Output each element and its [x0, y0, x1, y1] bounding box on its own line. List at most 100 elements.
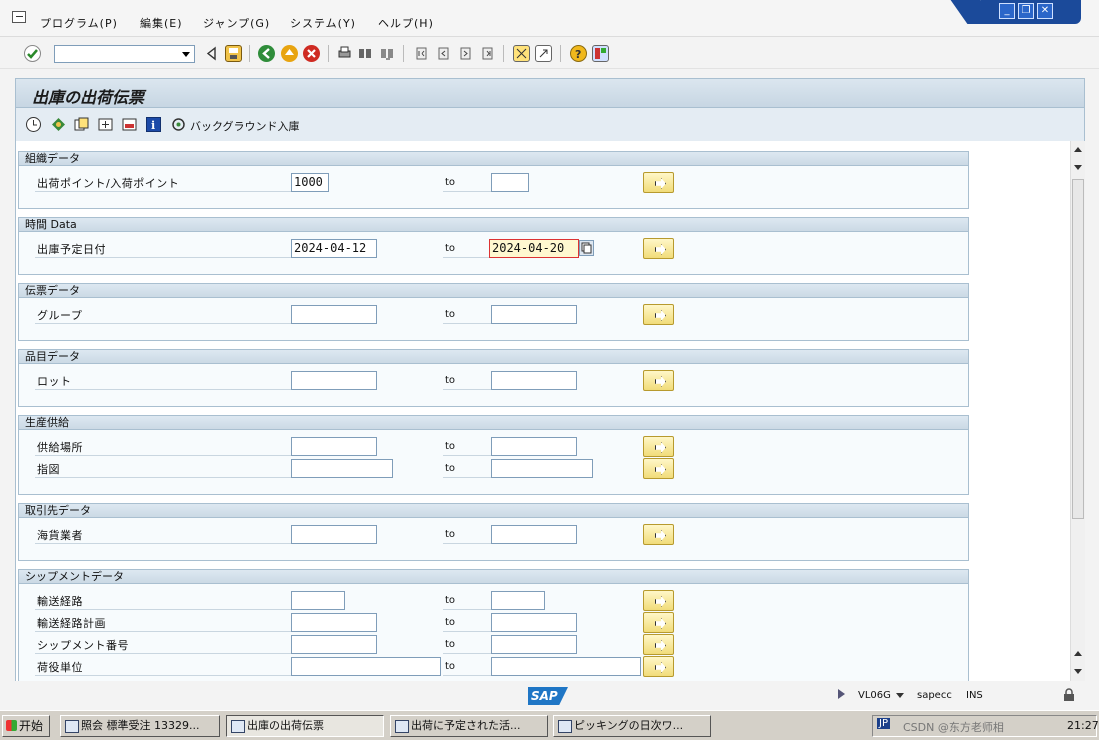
- shipping-point-from-input[interactable]: 1000: [291, 173, 329, 192]
- close-button[interactable]: ✕: [1037, 3, 1053, 19]
- row-batch: ロット to: [19, 370, 969, 391]
- to-label: to: [445, 243, 456, 254]
- scroll-down-icon[interactable]: [1074, 165, 1082, 170]
- order-from-input[interactable]: [291, 459, 393, 478]
- shortcut-icon[interactable]: [535, 45, 552, 62]
- enter-icon[interactable]: [24, 45, 41, 62]
- status-expand-icon[interactable]: [838, 689, 845, 699]
- first-page-icon[interactable]: [413, 45, 430, 62]
- menu-jump[interactable]: ジャンプ(G): [203, 15, 270, 31]
- multiple-selection-button[interactable]: [643, 304, 674, 325]
- route-schedule-to-input[interactable]: [491, 613, 577, 632]
- scroll-thumb[interactable]: [1072, 179, 1084, 519]
- layout-icon[interactable]: [592, 45, 609, 62]
- system-tray: JP CSDN @东方老师相 21:27: [872, 715, 1099, 737]
- shipment-number-from-input[interactable]: [291, 635, 377, 654]
- multiple-selection-button[interactable]: [643, 172, 674, 193]
- taskbar-item[interactable]: ピッキングの日次ワ...: [553, 715, 711, 737]
- planned-gi-date-to-input[interactable]: 2024-04-20: [489, 239, 579, 258]
- multiple-selection-button[interactable]: [643, 612, 674, 633]
- start-button[interactable]: 开始: [2, 715, 50, 737]
- help-icon[interactable]: ?: [570, 45, 587, 62]
- to-label: to: [445, 309, 456, 320]
- to-label: to: [445, 177, 456, 188]
- new-session-icon[interactable]: [513, 45, 530, 62]
- supply-area-from-input[interactable]: [291, 437, 377, 456]
- route-from-input[interactable]: [291, 591, 345, 610]
- exit-icon[interactable]: [281, 45, 298, 62]
- save-icon[interactable]: [225, 45, 242, 62]
- last-page-icon[interactable]: [479, 45, 496, 62]
- cancel-icon[interactable]: [303, 45, 320, 62]
- vertical-scrollbar[interactable]: [1070, 141, 1085, 681]
- next-page-icon[interactable]: [457, 45, 474, 62]
- forwarding-agent-from-input[interactable]: [291, 525, 377, 544]
- background-receipt-button[interactable]: バックグラウンド入庫: [190, 118, 300, 134]
- print-icon[interactable]: [336, 45, 353, 62]
- to-label: to: [445, 595, 456, 606]
- multiple-selection-button[interactable]: [643, 590, 674, 611]
- command-field[interactable]: [54, 45, 195, 63]
- server-name: sapecc: [917, 690, 952, 701]
- multiple-selection-button[interactable]: [643, 458, 674, 479]
- multiple-selection-icon[interactable]: [98, 117, 113, 132]
- chevron-down-icon[interactable]: [182, 52, 190, 57]
- handling-unit-from-input[interactable]: [291, 657, 441, 676]
- menu-program-icon[interactable]: [12, 11, 26, 23]
- group-partner-data: 取引先データ 海貨業者 to: [18, 503, 969, 561]
- multiple-selection-button[interactable]: [643, 436, 674, 457]
- order-to-input[interactable]: [491, 459, 593, 478]
- group-to-input[interactable]: [491, 305, 577, 324]
- prev-page-icon[interactable]: [435, 45, 452, 62]
- menu-program[interactable]: プログラム(P): [40, 15, 118, 31]
- multiple-selection-button[interactable]: [643, 524, 674, 545]
- menu-help[interactable]: ヘルプ(H): [378, 15, 434, 31]
- supply-area-to-input[interactable]: [491, 437, 577, 456]
- taskbar-item[interactable]: 照会 標準受注 13329...: [60, 715, 220, 737]
- batch-from-input[interactable]: [291, 371, 377, 390]
- scroll-up-icon[interactable]: [1074, 147, 1082, 152]
- multiple-selection-button[interactable]: [643, 634, 674, 655]
- route-to-input[interactable]: [491, 591, 545, 610]
- command-input[interactable]: [57, 47, 175, 61]
- find-next-icon[interactable]: [379, 45, 396, 62]
- group-title: 生産供給: [19, 416, 968, 430]
- label-underline: [35, 675, 291, 676]
- copy-icon[interactable]: [74, 117, 89, 132]
- forwarding-agent-to-input[interactable]: [491, 525, 577, 544]
- menu-edit[interactable]: 編集(E): [140, 15, 183, 31]
- multiple-selection-button[interactable]: [643, 238, 674, 259]
- scroll-down-icon[interactable]: [1074, 669, 1082, 674]
- to-underline: [443, 653, 491, 654]
- route-schedule-from-input[interactable]: [291, 613, 377, 632]
- to-underline: [443, 323, 491, 324]
- calendar-icon[interactable]: [579, 240, 594, 256]
- restore-button[interactable]: ❐: [1018, 3, 1034, 19]
- menu-system[interactable]: システム(Y): [290, 15, 356, 31]
- delete-selection-icon[interactable]: [122, 117, 137, 132]
- group-from-input[interactable]: [291, 305, 377, 324]
- multiple-selection-button[interactable]: [643, 656, 674, 677]
- batch-to-input[interactable]: [491, 371, 577, 390]
- background-receipt-icon[interactable]: [171, 117, 186, 132]
- minimize-button[interactable]: _: [999, 3, 1015, 19]
- variant-icon[interactable]: [51, 117, 66, 132]
- back-icon[interactable]: [203, 45, 220, 62]
- chevron-down-icon[interactable]: [896, 693, 904, 698]
- shipping-point-to-input[interactable]: [491, 173, 529, 192]
- taskbar-item[interactable]: 出荷に予定された活...: [390, 715, 548, 737]
- to-underline: [443, 389, 491, 390]
- planned-gi-date-from-input[interactable]: 2024-04-12: [291, 239, 377, 258]
- info-icon[interactable]: i: [146, 117, 161, 132]
- field-label: 輸送経路: [37, 595, 83, 608]
- group-material-data: 品目データ ロット to: [18, 349, 969, 407]
- language-indicator[interactable]: JP: [877, 718, 890, 729]
- scroll-up-icon[interactable]: [1074, 651, 1082, 656]
- back-nav-icon[interactable]: [258, 45, 275, 62]
- taskbar-item-active[interactable]: 出庫の出荷伝票: [226, 715, 384, 737]
- multiple-selection-button[interactable]: [643, 370, 674, 391]
- find-icon[interactable]: [357, 45, 374, 62]
- shipment-number-to-input[interactable]: [491, 635, 577, 654]
- execute-icon[interactable]: [26, 117, 41, 132]
- handling-unit-to-input[interactable]: [491, 657, 641, 676]
